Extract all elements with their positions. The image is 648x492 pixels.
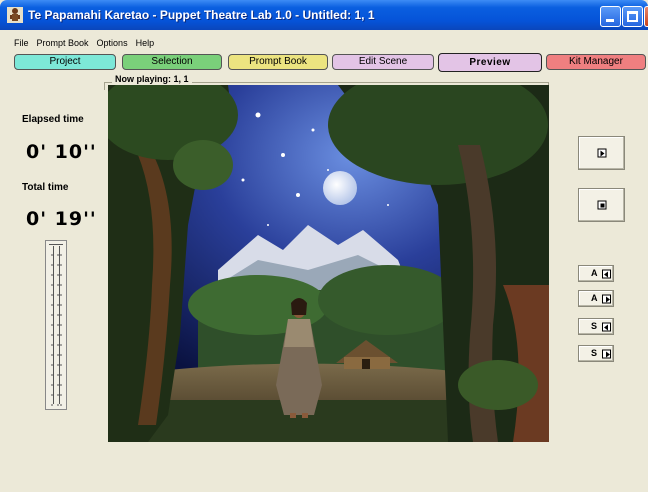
step-back-icon — [602, 322, 611, 332]
close-button[interactable] — [644, 6, 648, 27]
title-bar[interactable]: Te Papamahi Karetao - Puppet Theatre Lab… — [0, 0, 648, 30]
stop-button[interactable] — [578, 188, 625, 222]
maximize-icon — [627, 11, 638, 22]
s-key-label: S — [591, 321, 598, 331]
elapsed-time-label: Elapsed time — [22, 114, 84, 125]
tab-selection[interactable]: Selection — [122, 54, 222, 70]
play-icon — [597, 148, 606, 158]
menu-bar: File Prompt Book Options Help — [0, 36, 158, 50]
s-step-back-button[interactable]: S — [578, 318, 614, 335]
tab-edit-scene[interactable]: Edit Scene — [332, 54, 434, 70]
elapsed-time-value: 0' 10'' — [26, 141, 97, 163]
slider-ticks — [51, 254, 62, 406]
a-step-back-button[interactable]: A — [578, 265, 614, 282]
puppet-app-icon — [7, 7, 23, 23]
stop-icon — [597, 200, 606, 210]
step-forward-icon — [602, 294, 611, 304]
a-key-label: A — [591, 293, 598, 303]
step-back-icon — [602, 269, 611, 279]
step-forward-icon — [602, 349, 611, 359]
window-title: Te Papamahi Karetao - Puppet Theatre Lab… — [28, 8, 375, 22]
menu-options[interactable]: Options — [93, 36, 132, 50]
tab-preview[interactable]: Preview — [438, 53, 542, 72]
stage-preview — [108, 85, 549, 442]
total-time-label: Total time — [22, 182, 69, 193]
tab-kit-manager[interactable]: Kit Manager — [546, 54, 646, 70]
total-time-value: 0' 19'' — [26, 208, 97, 230]
tab-prompt-book[interactable]: Prompt Book — [228, 54, 328, 70]
maximize-button[interactable] — [622, 6, 643, 27]
menu-file[interactable]: File — [0, 36, 33, 50]
a-key-label: A — [591, 268, 598, 278]
menu-help[interactable]: Help — [132, 36, 159, 50]
playback-position-slider[interactable] — [45, 240, 67, 410]
s-key-label: S — [591, 348, 598, 358]
minimize-icon — [606, 19, 614, 22]
play-button[interactable] — [578, 136, 625, 170]
tab-project[interactable]: Project — [14, 54, 116, 70]
minimize-button[interactable] — [600, 6, 621, 27]
tab-bar: Project Selection Prompt Book Edit Scene… — [0, 53, 648, 72]
s-step-forward-button[interactable]: S — [578, 345, 614, 362]
now-playing-label: Now playing: 1, 1 — [112, 74, 192, 84]
menu-prompt-book[interactable]: Prompt Book — [33, 36, 93, 50]
a-step-forward-button[interactable]: A — [578, 290, 614, 307]
puppet-scene-image — [108, 85, 549, 442]
